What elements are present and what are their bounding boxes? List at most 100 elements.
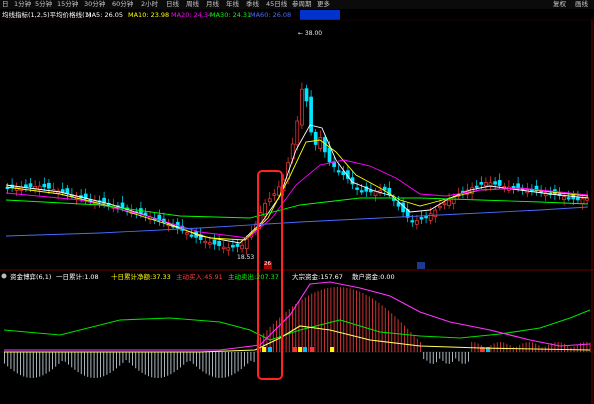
green-indicator-line xyxy=(3,309,591,341)
signal-block xyxy=(268,347,272,352)
indicator-title: 资金博弈(6,1) xyxy=(10,273,52,281)
high-price-label: ← 38.00 xyxy=(298,30,323,37)
indicator-bar xyxy=(381,305,383,352)
indicator-bar xyxy=(503,342,505,352)
indicator-bar xyxy=(167,352,169,376)
indicator-bar xyxy=(52,352,53,370)
candle xyxy=(474,180,479,192)
indicator-item-4: 主动卖出:207.37 xyxy=(228,273,279,281)
indicator-bar xyxy=(103,352,105,377)
indicator-bar xyxy=(221,352,223,378)
candle xyxy=(231,238,235,252)
indicator-bar xyxy=(576,344,578,352)
indicator-bar xyxy=(250,352,252,361)
candle xyxy=(332,157,336,173)
candle xyxy=(221,241,226,254)
indicator-bar xyxy=(237,352,239,372)
indicator-bar xyxy=(404,325,405,352)
indicator-bar xyxy=(112,352,114,371)
indicator-bar xyxy=(532,342,533,352)
indicator-bar xyxy=(122,352,124,363)
candle xyxy=(419,211,424,224)
indicator-bar xyxy=(16,352,18,374)
indicator-bar xyxy=(343,287,345,352)
candle xyxy=(217,235,221,251)
indicator-bar xyxy=(186,352,188,362)
candle xyxy=(65,184,70,200)
candle xyxy=(364,182,369,198)
signal-block xyxy=(262,347,266,352)
indicator-bar xyxy=(128,352,130,363)
indicator-bar xyxy=(180,352,181,368)
indicator-bar xyxy=(525,342,527,352)
indicator-bar xyxy=(93,352,95,378)
indicator-bar xyxy=(170,352,172,375)
indicator-bar xyxy=(384,307,386,352)
candle xyxy=(33,180,37,194)
indicator-bar xyxy=(125,352,127,361)
candle xyxy=(378,183,382,197)
signal-block xyxy=(303,347,307,352)
indicator-bar xyxy=(496,342,498,352)
indicator-bar xyxy=(346,287,348,352)
indicator-bar xyxy=(164,352,165,377)
indicator-bar xyxy=(64,352,66,362)
candle xyxy=(424,211,428,224)
indicator-bar xyxy=(247,352,249,364)
indicator-bar xyxy=(320,289,322,352)
indicator-bar xyxy=(349,288,351,352)
indicator-bar xyxy=(106,352,108,375)
indicator-bar xyxy=(458,352,460,362)
indicator-bar xyxy=(413,335,415,352)
candle xyxy=(24,179,28,193)
indicator-bar xyxy=(292,306,293,352)
indicator-bar xyxy=(199,352,201,370)
indicator-bar xyxy=(448,352,450,364)
indicator-bar xyxy=(55,352,57,367)
indicator-bar xyxy=(68,352,69,365)
indicator-bar xyxy=(429,352,431,364)
candle xyxy=(415,214,419,230)
indicator-bar xyxy=(372,298,373,352)
indicator-bar xyxy=(116,352,117,369)
indicator-bar xyxy=(26,352,28,378)
indicator-bar xyxy=(528,342,530,352)
indicator-bar xyxy=(240,352,242,370)
indicator-bar xyxy=(442,352,444,361)
indicator-bar xyxy=(500,342,501,352)
candle xyxy=(42,177,47,191)
candle xyxy=(51,182,56,194)
indicator-bar xyxy=(132,352,133,366)
indicator-bar xyxy=(192,352,194,364)
indicator-bar xyxy=(452,352,453,362)
indicator-bar xyxy=(362,293,364,352)
candle xyxy=(520,184,525,195)
indicator-bar xyxy=(493,343,495,352)
day-marker-badge-2 xyxy=(417,262,425,269)
indicator-bar xyxy=(420,342,421,352)
candle xyxy=(47,179,51,195)
indicator-bar xyxy=(356,290,357,352)
ma60-line xyxy=(5,206,589,237)
indicator-bar xyxy=(90,352,92,378)
indicator-bar xyxy=(253,352,255,363)
indicator-bar xyxy=(39,352,41,377)
indicator-lines xyxy=(3,281,591,353)
indicator-bar xyxy=(394,316,396,352)
indicator-bar xyxy=(20,352,21,376)
indicator-bar xyxy=(80,352,82,375)
indicator-bar xyxy=(176,352,178,370)
indicator-bar xyxy=(48,352,50,372)
indicator-bar xyxy=(352,289,354,352)
indicator-bar xyxy=(324,288,325,352)
candlestick-series xyxy=(5,82,589,256)
indicator-bar xyxy=(29,352,31,378)
indicator-bar xyxy=(301,299,303,352)
indicator-bar xyxy=(228,352,229,377)
indicator-bar xyxy=(365,294,367,352)
signal-block xyxy=(330,347,334,352)
indicator-bar xyxy=(42,352,44,376)
indicator-bar xyxy=(336,287,338,352)
indicator-bar xyxy=(154,352,156,378)
indicator-bar xyxy=(119,352,121,366)
